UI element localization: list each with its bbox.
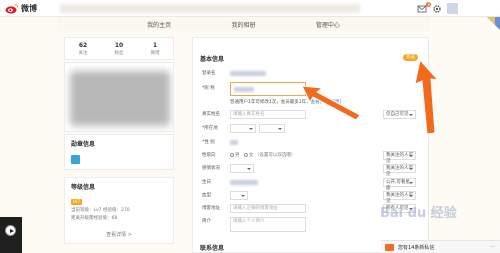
level-badge: LV7 <box>71 199 83 205</box>
chat-icon <box>385 243 394 251</box>
edit-done-button[interactable]: 完成 <box>403 54 418 61</box>
stat-followers-num: 10 <box>114 41 124 49</box>
login-value-blurred <box>230 71 266 76</box>
stats-card: 62 关注 10 粉丝 1 微博 <box>64 37 174 60</box>
logo-text: 微博 <box>21 4 37 13</box>
profile-image-blurred <box>64 62 174 132</box>
watermark-text: Bai du 经验 <box>380 205 458 221</box>
province-select[interactable] <box>230 124 256 133</box>
blood-visibility-select[interactable]: 我关注的人可见 <box>383 191 416 204</box>
realname-label: 真实姓名 <box>202 112 220 117</box>
stat-following-num: 62 <box>78 41 88 49</box>
gender-label: *性 别 <box>202 140 215 145</box>
level-card: 等级信息 LV7 当前等级：Lv7 经验值：270 距离升级需经验值：68 查看… <box>64 177 174 244</box>
corner-expand-icon[interactable] <box>487 17 500 30</box>
stat-following-label: 关注 <box>78 50 88 56</box>
stat-followers[interactable]: 10 粉丝 <box>115 42 124 56</box>
mail-icon[interactable]: 8 <box>417 1 431 14</box>
birthday-visibility-select[interactable]: 公开,可看星座 <box>383 178 416 191</box>
sexual-male-label: 男 <box>235 153 240 158</box>
weibo-logo[interactable]: 微博 <box>5 2 37 15</box>
basic-info-title: 基本信息 <box>200 56 225 63</box>
level-title: 等级信息 <box>71 184 96 191</box>
row-gender: *性 别 <box>193 138 428 148</box>
contact-info-title: 联系信息 <box>200 245 225 252</box>
nickname-rule-link[interactable]: ，查看[昵称规则] <box>306 100 341 105</box>
realname-input[interactable]: 请输入真实姓名 <box>230 110 306 119</box>
stat-posts-label: 微博 <box>150 50 160 56</box>
level-next: 距离升级需经验值：68 <box>71 216 118 221</box>
row-nickname: *昵 称 <box>193 82 428 96</box>
nickname-input[interactable] <box>230 82 306 96</box>
sexual-note: （设置可以双选哦） <box>254 153 296 158</box>
medal-card: 勋章信息 <box>64 134 174 170</box>
blurred-photo <box>70 71 170 126</box>
relation-label: 感情状况 <box>202 166 220 171</box>
nickname-label: *昵 称 <box>202 86 215 91</box>
radio-male[interactable] <box>230 152 234 157</box>
blood-label: 血型 <box>202 193 211 198</box>
medal-icon[interactable] <box>71 155 80 164</box>
stat-posts-num: 1 <box>152 41 158 49</box>
top-icons: 8 <box>417 1 458 14</box>
relation-select[interactable] <box>230 164 254 173</box>
city-select[interactable] <box>259 124 285 133</box>
sexual-options: 男 女 （设置可以双选哦） <box>230 152 295 158</box>
level-info: 当前等级：Lv7 经验值：270 <box>71 208 130 213</box>
mail-badge: 8 <box>426 1 431 7</box>
row-login: 登录名 <box>193 69 428 79</box>
stat-following[interactable]: 62 关注 <box>79 42 88 56</box>
login-label: 登录名 <box>202 71 216 76</box>
row-relation: 感情状况 我关注的人可见 <box>193 164 428 177</box>
play-icon[interactable] <box>5 225 16 236</box>
stat-followers-label: 粉丝 <box>114 50 124 56</box>
nickname-notice-text: 普通用户1年可修改1次，会员最多1年 <box>230 100 307 105</box>
blog-label: 博客地址 <box>202 206 220 211</box>
intro-label: 简介 <box>202 219 211 224</box>
gender-value-blurred <box>230 140 238 145</box>
relation-visibility-select[interactable]: 我关注的人可见 <box>383 164 416 177</box>
intro-textarea[interactable]: 请输入个人简介 <box>230 217 306 232</box>
sexual-female-label: 女 <box>248 153 254 158</box>
blog-input[interactable]: 请输入正确的博客地址 <box>230 204 306 213</box>
user-avatar[interactable] <box>447 3 458 14</box>
chat-text: 您有14条新私信 <box>398 244 435 251</box>
row-realname: 真实姓名 请输入真实姓名 仅自己可见 <box>193 110 428 120</box>
search-bar-blurred[interactable] <box>60 4 360 13</box>
video-player-strip <box>0 217 22 253</box>
top-bar: 微博 8 <box>0 0 500 17</box>
baidu-watermark: Bai du 经验 <box>380 205 458 221</box>
gear-icon[interactable] <box>432 4 442 14</box>
row-sexual: 性取向 男 女 （设置可以双选哦） 我关注的人可见 <box>193 151 428 164</box>
medal-title: 勋章信息 <box>71 141 96 148</box>
row-location: *所在地 <box>193 124 428 134</box>
radio-female[interactable] <box>243 152 248 157</box>
chat-more-icon[interactable]: ··· <box>490 244 495 250</box>
birthday-label: 生日 <box>202 180 211 185</box>
sexual-label: 性取向 <box>202 153 216 158</box>
nav-manage-center[interactable]: 管理中心 <box>316 20 340 29</box>
weibo-logo-icon <box>5 4 18 14</box>
stat-posts[interactable]: 1 微博 <box>151 42 160 56</box>
realname-visibility-select[interactable]: 仅自己可见 <box>383 110 416 119</box>
birthday-value-blurred <box>230 180 258 185</box>
blood-select[interactable] <box>230 191 248 200</box>
sexual-visibility-select[interactable]: 我关注的人可见 <box>383 151 416 164</box>
nav-my-album[interactable]: 我的相册 <box>231 20 255 29</box>
level-detail-link[interactable]: 查看详情 > <box>65 231 173 238</box>
nickname-notice: 普通用户1年可修改1次，会员最多1年，查看[昵称规则] <box>230 99 341 105</box>
location-label: *所在地 <box>202 126 218 131</box>
nav-my-home[interactable]: 我的主页 <box>147 20 171 29</box>
main-nav: 我的主页 我的相册 管理中心 <box>57 17 430 31</box>
nickname-value-blurred <box>234 87 254 92</box>
private-message-bar[interactable]: 您有14条新私信 ··· <box>381 240 500 253</box>
row-birthday: 生日 公开,可看星座 <box>193 178 428 191</box>
